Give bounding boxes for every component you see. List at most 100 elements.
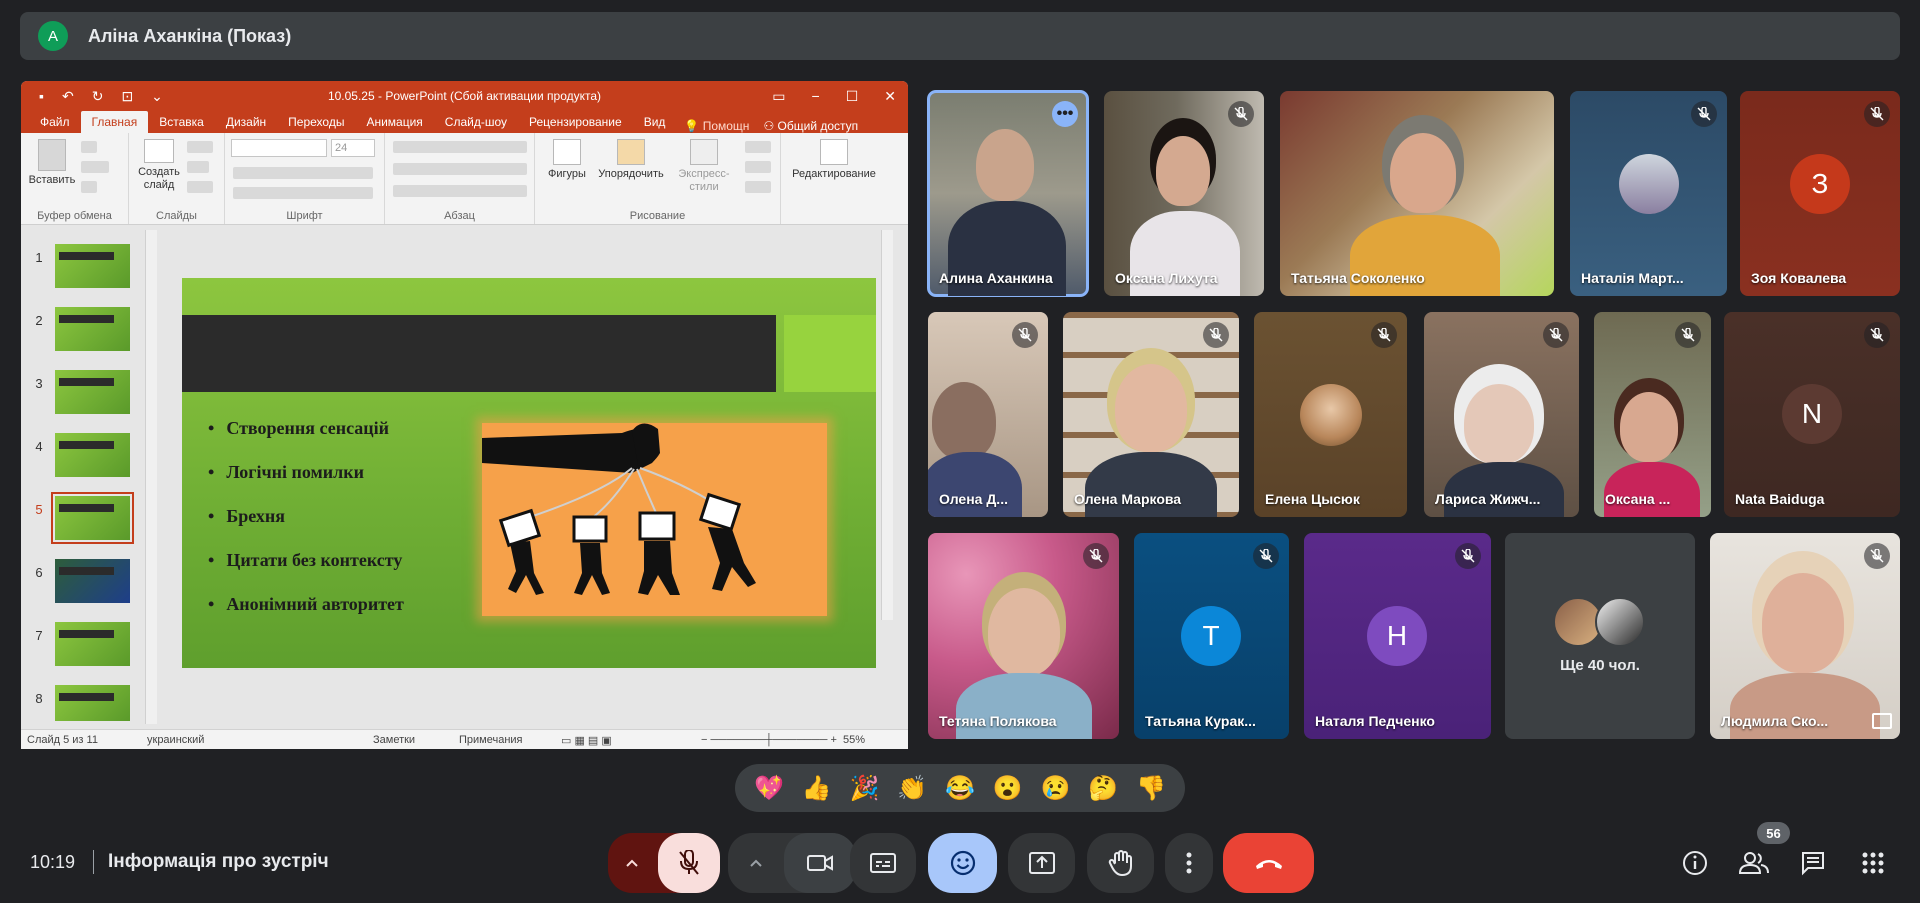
- others-count-label: Ще 40 чол.: [1560, 657, 1640, 674]
- ribbon-display-icon: ▭: [772, 87, 786, 104]
- reactions-button[interactable]: [928, 833, 997, 893]
- presenter-name: Аліна Аханкіна (Показ): [88, 25, 292, 46]
- participant-video: [1464, 384, 1534, 464]
- meeting-details-button[interactable]: [1679, 847, 1711, 879]
- slide-number: 1: [35, 250, 43, 265]
- clapping-reaction[interactable]: 👏: [897, 774, 927, 803]
- font-style-row: [233, 167, 373, 179]
- surprised-reaction[interactable]: 😮: [993, 774, 1023, 803]
- tab-insert: Вставка: [159, 115, 204, 129]
- more-vert-icon: [1186, 852, 1192, 874]
- captions-button[interactable]: [850, 833, 916, 893]
- arrange-icon: [617, 139, 645, 165]
- tab-review: Рецензирование: [529, 115, 622, 129]
- slide-scrollbar: [881, 230, 893, 620]
- participant-video-body: [1085, 452, 1217, 517]
- participant-name: Оксана ...: [1605, 491, 1671, 507]
- copy-icon: [81, 161, 109, 173]
- slides-group: Создать слайд Слайды: [129, 133, 225, 224]
- slide-illustration: [482, 423, 827, 616]
- participant-tile[interactable]: Оксана Лихута: [1104, 91, 1264, 296]
- effects-icon: [745, 181, 771, 193]
- current-slide: Створення сенсацій Логічні помилки Брехн…: [182, 278, 876, 668]
- mic-off-icon: [1371, 322, 1397, 348]
- cut-icon: [81, 141, 97, 153]
- participant-tile[interactable]: Людмила Ско...: [1710, 533, 1900, 739]
- participant-tile[interactable]: H Наталя Педченко: [1304, 533, 1491, 739]
- thumbnail-image: [55, 370, 130, 414]
- participant-tile[interactable]: Наталія Март...: [1570, 91, 1727, 296]
- thumbs-up-reaction[interactable]: 👍: [802, 774, 832, 803]
- arrange-label: Упорядочить: [598, 168, 664, 180]
- participant-tile[interactable]: Олена Маркова: [1063, 312, 1239, 517]
- participant-count-badge: 56: [1757, 822, 1790, 844]
- outline-icon: [745, 161, 771, 173]
- mic-options-button[interactable]: [608, 833, 656, 893]
- party-popper-reaction[interactable]: 🎉: [849, 774, 879, 803]
- camera-toggle-button[interactable]: [784, 833, 856, 893]
- slide-bullet: Брехня: [208, 506, 404, 550]
- presenter-banner: A Аліна Аханкіна (Показ): [20, 12, 1900, 60]
- picture-in-picture-icon[interactable]: [1872, 713, 1892, 729]
- participant-tile[interactable]: Татьяна Соколенко: [1280, 91, 1554, 296]
- clipboard-group-label: Буфер обмена: [37, 210, 112, 222]
- participant-tile[interactable]: Олена Д...: [928, 312, 1048, 517]
- participant-initial: T: [1181, 606, 1241, 666]
- people-button[interactable]: [1738, 847, 1770, 879]
- participant-tile[interactable]: ••• Алина Аханкина: [927, 90, 1089, 297]
- participant-video: [1762, 573, 1844, 673]
- thumbs-down-reaction[interactable]: 👎: [1136, 774, 1166, 803]
- leave-call-button[interactable]: [1223, 833, 1314, 893]
- thumbnail-title-bar: [59, 441, 114, 449]
- paste-icon: [38, 139, 66, 171]
- reset-icon: [187, 161, 209, 173]
- chat-button[interactable]: [1797, 847, 1829, 879]
- sparkling-heart-reaction[interactable]: 💖: [754, 774, 784, 803]
- raise-hand-button[interactable]: [1087, 833, 1154, 893]
- tell-me-box: 💡 Помощн: [684, 119, 749, 133]
- participant-name: Олена Д...: [939, 491, 1008, 507]
- participant-tile[interactable]: T Татьяна Курак...: [1134, 533, 1289, 739]
- tab-home: Главная: [80, 111, 149, 133]
- participant-initial: З: [1790, 154, 1850, 214]
- others-tile[interactable]: Ще 40 чол.: [1505, 533, 1695, 739]
- slide-thumbnail: 3: [31, 370, 146, 426]
- ppt-ribbon: Вставить Буфер обмена Создать слайд Слай…: [21, 133, 908, 225]
- mic-off-icon: [1083, 543, 1109, 569]
- more-options-icon[interactable]: •••: [1052, 101, 1078, 127]
- mic-off-icon: [679, 850, 699, 875]
- participant-video: [1390, 133, 1456, 213]
- slide-number: 5: [35, 502, 43, 517]
- thumbnail-image: [55, 307, 130, 351]
- slide-thumbnail: 7: [31, 622, 146, 678]
- camera-options-button[interactable]: [728, 833, 784, 893]
- crying-reaction[interactable]: 😢: [1041, 774, 1071, 803]
- participant-tile[interactable]: З Зоя Ковалева: [1740, 91, 1900, 296]
- captions-icon: [870, 853, 896, 873]
- mic-off-icon: [1012, 322, 1038, 348]
- present-button[interactable]: [1008, 833, 1075, 893]
- divider: [93, 850, 94, 874]
- mic-toggle-button[interactable]: [658, 833, 720, 893]
- participant-tile[interactable]: Лариса Жижч...: [1424, 312, 1579, 517]
- thumbnail-image: [51, 492, 134, 544]
- camera-control: [728, 833, 856, 893]
- thinking-reaction[interactable]: 🤔: [1088, 774, 1118, 803]
- laughing-reaction[interactable]: 😂: [945, 774, 975, 803]
- activities-button[interactable]: [1857, 847, 1889, 879]
- participant-tile[interactable]: N Nata Baiduga: [1724, 312, 1900, 517]
- participant-tile[interactable]: Тетяна Полякова: [928, 533, 1119, 739]
- participant-tile[interactable]: Оксана ...: [1594, 312, 1711, 517]
- participant-tile[interactable]: Елена Цысюк: [1254, 312, 1407, 517]
- meeting-info-link[interactable]: Інформація про зустріч: [108, 851, 329, 873]
- participant-name: Алина Аханкина: [939, 270, 1053, 286]
- more-options-button[interactable]: [1165, 833, 1213, 893]
- shared-screen-powerpoint[interactable]: ▪ ↶ ↻ ⊡ ⌄ 10.05.25 - PowerPoint (Сбой ак…: [21, 81, 908, 749]
- thumbnail-title-bar: [59, 504, 114, 512]
- indent-buttons-row: [393, 163, 527, 175]
- slide-number: 2: [35, 313, 43, 328]
- participant-name: Елена Цысюк: [1265, 491, 1360, 507]
- microphone-control: [608, 833, 720, 893]
- drawing-group-label: Рисование: [629, 210, 686, 222]
- shapes-icon: [553, 139, 581, 165]
